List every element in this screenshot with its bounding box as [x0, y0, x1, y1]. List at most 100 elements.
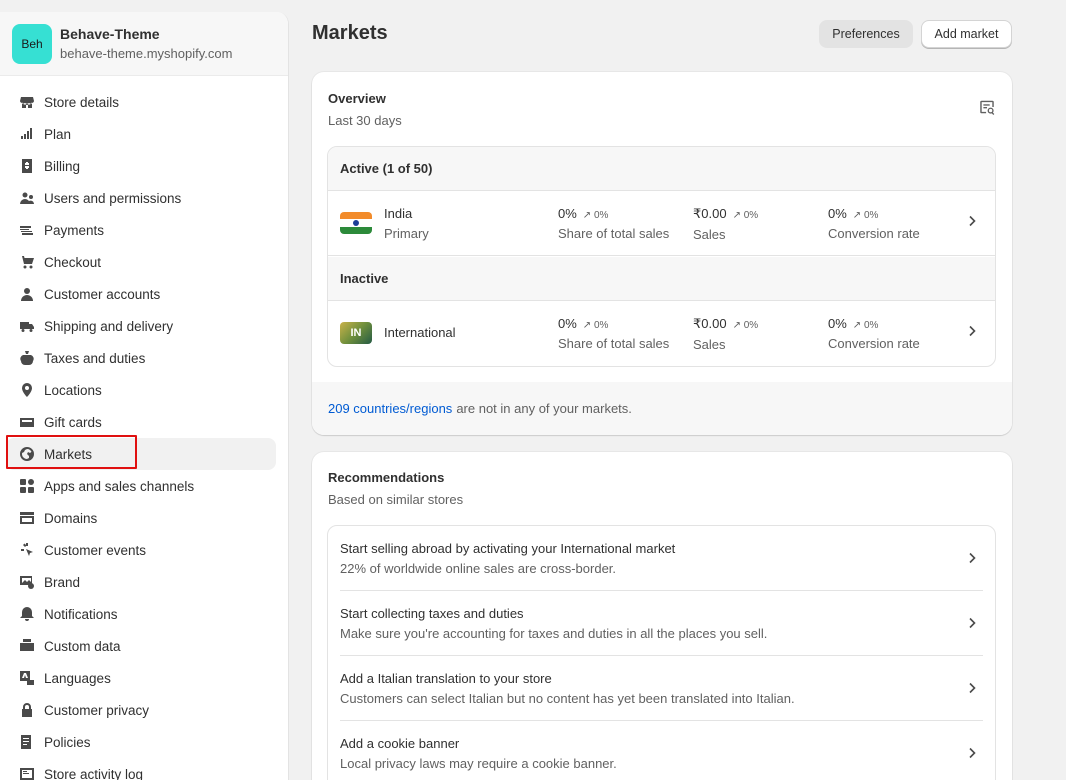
apps-icon: [18, 477, 36, 495]
sidebar-item-markets[interactable]: Markets: [6, 438, 276, 470]
language-icon: [18, 669, 36, 687]
sales-stat: ₹0.00 ↗ 0% Sales: [693, 206, 758, 242]
market-row-international[interactable]: IN International 0% ↗ 0% Share of total s…: [328, 301, 995, 366]
recommendations-list: Start selling abroad by activating your …: [327, 525, 996, 780]
sidebar-item-label: Customer events: [44, 542, 147, 558]
sidebar-item-billing[interactable]: Billing: [6, 150, 276, 182]
recommendation-item[interactable]: Start collecting taxes and duties Make s…: [340, 591, 983, 656]
activity-log-icon: [18, 765, 36, 780]
settings-nav: Store details Plan Billing Users and permis…: [0, 76, 288, 780]
international-badge-icon: IN: [340, 322, 372, 344]
share-label: Share of total sales: [558, 226, 670, 241]
recommendation-desc: Customers can select Italian but no cont…: [340, 691, 795, 706]
recommendation-item[interactable]: Add a cookie banner Local privacy laws m…: [340, 721, 983, 780]
sidebar-item-label: Domains: [44, 510, 98, 526]
conversion-stat: 0% ↗ 0% Conversion rate: [828, 316, 920, 351]
countries-regions-link[interactable]: 209 countries/regions: [328, 401, 452, 416]
sidebar-item-taxes-and-duties[interactable]: Taxes and duties: [6, 342, 276, 374]
sidebar-item-apps-and-sales-channels[interactable]: Apps and sales channels: [6, 470, 276, 502]
person-icon: [18, 285, 36, 303]
policies-icon: [18, 733, 36, 751]
sidebar-item-customer-accounts[interactable]: Customer accounts: [6, 278, 276, 310]
conversion-stat: 0% ↗ 0% Conversion rate: [828, 206, 920, 241]
recommendation-title: Start collecting taxes and duties: [340, 606, 524, 621]
chevron-right-icon: [965, 681, 979, 700]
conversion-delta: ↗ 0%: [852, 320, 879, 331]
sidebar-item-label: Store details: [44, 94, 120, 110]
payments-icon: [18, 221, 36, 239]
recommendation-desc: Make sure you're accounting for taxes an…: [340, 626, 768, 641]
filter-icon[interactable]: [978, 98, 996, 116]
inactive-section-header: Inactive: [328, 257, 995, 301]
sidebar-item-shipping-and-delivery[interactable]: Shipping and delivery: [6, 310, 276, 342]
sidebar-item-users-and-permissions[interactable]: Users and permissions: [6, 182, 276, 214]
market-row-india[interactable]: India Primary 0% ↗ 0% Share of total sale…: [328, 191, 995, 256]
sidebar-item-label: Customer privacy: [44, 702, 150, 718]
sales-delta: ↗ 0%: [732, 320, 759, 331]
recommendations-card: Recommendations Based on similar stores …: [312, 452, 1012, 780]
chevron-right-icon: [965, 616, 979, 635]
store-domain: behave-theme.myshopify.com: [60, 45, 233, 61]
share-value: 0%: [558, 316, 577, 331]
store-avatar: Beh: [12, 23, 52, 64]
india-flag-icon: [340, 212, 372, 234]
page-title: Markets: [312, 22, 388, 44]
overview-footer: 209 countries/regions are not in any of …: [312, 382, 1012, 435]
gift-card-icon: [18, 413, 36, 431]
store-icon: [18, 93, 36, 111]
recommendation-desc: Local privacy laws may require a cookie …: [340, 756, 617, 771]
chevron-right-icon: [965, 324, 979, 343]
market-name: India: [384, 206, 413, 221]
markets-table: Active (1 of 50) India Primary 0% ↗ 0% Sh…: [327, 146, 996, 367]
domains-icon: [18, 509, 36, 527]
share-stat: 0% ↗ 0% Share of total sales: [558, 206, 669, 241]
sidebar-item-languages[interactable]: Languages: [6, 662, 276, 694]
recommendation-item[interactable]: Add a Italian translation to your store …: [340, 656, 983, 721]
sidebar-item-label: Languages: [44, 670, 111, 686]
sales-stat: ₹0.00 ↗ 0% Sales: [693, 316, 758, 352]
sales-value: ₹0.00: [693, 206, 727, 221]
overview-card: Overview Last 30 days Active (1 of 50) I…: [312, 72, 1012, 435]
sidebar-item-label: Billing: [44, 158, 81, 174]
sidebar-item-store-details[interactable]: Store details: [6, 86, 276, 118]
sidebar-item-plan[interactable]: Plan: [6, 118, 276, 150]
conversion-delta-value: 0%: [863, 320, 879, 331]
sidebar-item-customer-events[interactable]: Customer events: [6, 534, 276, 566]
share-delta-value: 0%: [593, 320, 609, 331]
store-header[interactable]: Beh Behave-Theme behave-theme.myshopify.…: [0, 12, 288, 76]
sidebar-item-label: Locations: [44, 382, 102, 398]
sidebar-item-customer-privacy[interactable]: Customer privacy: [6, 694, 276, 726]
sidebar-item-label: Customer accounts: [44, 286, 161, 302]
add-market-button[interactable]: Add market: [921, 20, 1012, 48]
recommendation-item[interactable]: Start selling abroad by activating your …: [340, 526, 983, 591]
conversion-delta: ↗ 0%: [852, 210, 879, 221]
sidebar-item-locations[interactable]: Locations: [6, 374, 276, 406]
sidebar-item-store-activity-log[interactable]: Store activity log: [6, 758, 276, 780]
footer-text: are not in any of your markets.: [456, 401, 632, 416]
sidebar-item-label: Markets: [44, 446, 93, 462]
share-label: Share of total sales: [558, 336, 670, 351]
settings-sidebar: Beh Behave-Theme behave-theme.myshopify.…: [0, 12, 289, 780]
conversion-delta-value: 0%: [863, 210, 879, 221]
sidebar-item-notifications[interactable]: Notifications: [6, 598, 276, 630]
sidebar-item-payments[interactable]: Payments: [6, 214, 276, 246]
sidebar-item-label: Custom data: [44, 638, 121, 654]
recommendations-subtitle: Based on similar stores: [328, 492, 464, 507]
sidebar-item-domains[interactable]: Domains: [6, 502, 276, 534]
store-name: Behave-Theme: [60, 25, 160, 42]
sidebar-item-checkout[interactable]: Checkout: [6, 246, 276, 278]
cart-icon: [18, 253, 36, 271]
sidebar-item-brand[interactable]: Brand: [6, 566, 276, 598]
sidebar-item-custom-data[interactable]: Custom data: [6, 630, 276, 662]
sales-delta: ↗ 0%: [732, 210, 759, 221]
truck-icon: [18, 317, 36, 335]
sidebar-item-policies[interactable]: Policies: [6, 726, 276, 758]
chevron-right-icon: [965, 746, 979, 765]
sidebar-item-gift-cards[interactable]: Gift cards: [6, 406, 276, 438]
active-section-header: Active (1 of 50): [328, 147, 995, 191]
sidebar-item-label: Plan: [44, 126, 72, 142]
sidebar-item-label: Checkout: [44, 254, 102, 270]
preferences-button[interactable]: Preferences: [819, 20, 913, 48]
recommendations-title: Recommendations: [328, 470, 445, 485]
sidebar-item-label: Store activity log: [44, 766, 144, 780]
